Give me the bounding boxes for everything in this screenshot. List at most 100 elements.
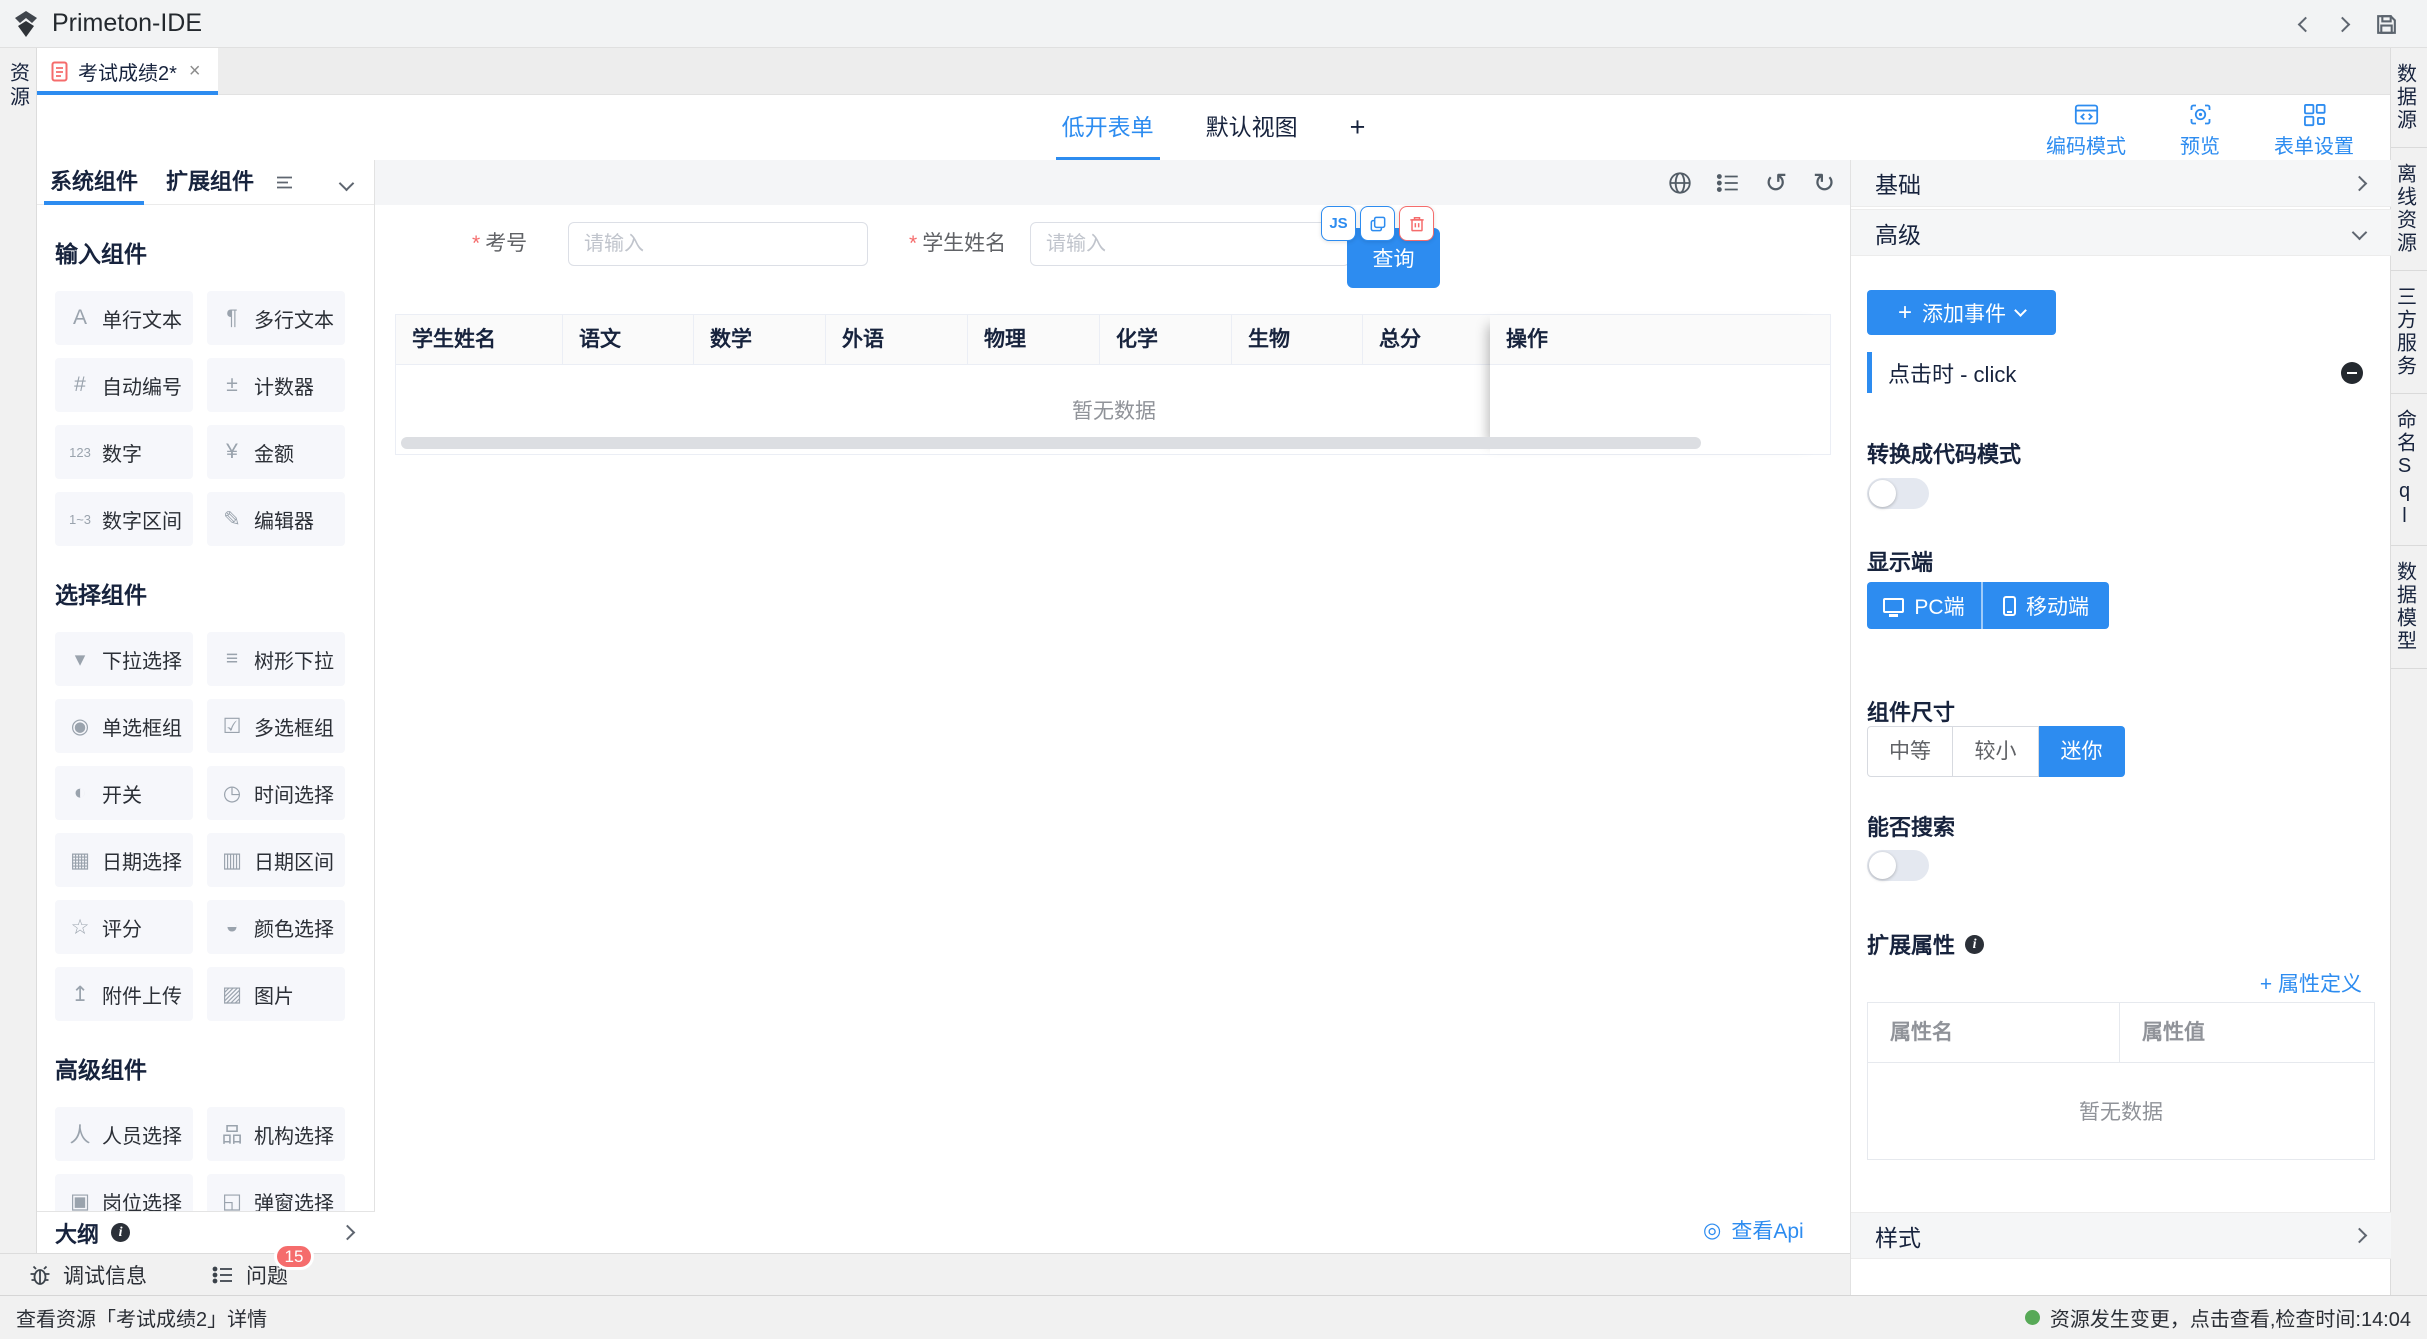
component-image[interactable]: ▨图片 [207, 967, 345, 1021]
problems-list-icon [211, 1263, 235, 1287]
properties-panel: 基础 高级 + 添加事件 点击时 - click 转换成代码模式 显示端 PC端 [1850, 160, 2390, 1295]
section-advanced[interactable]: 高级 [1851, 209, 2391, 256]
add-view-button[interactable]: + [1350, 95, 1366, 160]
size-option-3[interactable]: 迷你 [2039, 726, 2125, 777]
tab-default-view[interactable]: 默认视图 [1206, 95, 1298, 160]
component-radio-group[interactable]: ◉单选框组 [55, 699, 193, 753]
outline-bar[interactable]: 大纲 i [37, 1211, 375, 1253]
form-canvas[interactable]: ↺ ↻ *考号 *学生姓名 查询 JS 学生姓名语文数学外语物理化学生物总分 [375, 160, 1850, 1253]
component-single-line-text[interactable]: A单行文本 [55, 291, 193, 345]
js-script-button[interactable]: JS [1321, 206, 1356, 241]
undo-icon[interactable]: ↺ [1762, 169, 1790, 197]
component-number[interactable]: 123 数字 [55, 425, 193, 479]
sidebar-item-1[interactable]: 数据源 [2391, 48, 2427, 148]
component-number-range[interactable]: 1~3数字区间 [55, 492, 193, 546]
event-item-click[interactable]: 点击时 - click [1867, 352, 2375, 393]
org-select-icon: 品 [219, 1119, 245, 1149]
debug-info-button[interactable]: 调试信息 [28, 1260, 147, 1290]
component-money[interactable]: ¥金额 [207, 425, 345, 479]
component-date-picker[interactable]: ▦日期选择 [55, 833, 193, 887]
number-icon: 123 [67, 445, 93, 460]
component-popup-select[interactable]: ◱弹窗选择 [207, 1174, 345, 1211]
chevron-right-icon [2352, 175, 2368, 191]
section-basic[interactable]: 基础 [1851, 160, 2391, 207]
collapse-panel-icon[interactable] [339, 176, 355, 192]
component-label: 数字 [102, 438, 142, 467]
component-switch[interactable]: ◐开关 [55, 766, 193, 820]
preview-button[interactable]: 预览 [2180, 101, 2220, 159]
save-icon[interactable] [2374, 12, 2399, 37]
component-label: 机构选择 [254, 1120, 334, 1149]
sidebar-item-3[interactable]: 三方服务 [2391, 271, 2427, 394]
sidebar-item-5[interactable]: 数据模型 [2391, 546, 2427, 669]
component-auto-number[interactable]: #自动编号 [55, 358, 193, 412]
component-rate[interactable]: ☆评分 [55, 900, 193, 954]
component-checkbox-group[interactable]: ☑多选框组 [207, 699, 345, 753]
data-grid[interactable]: 学生姓名语文数学外语物理化学生物总分 暂无数据 操作 [395, 314, 1831, 455]
component-editor[interactable]: ✎编辑器 [207, 492, 345, 546]
component-grid: A单行文本 ¶多行文本 #自动编号 ±计数器 123 数字 ¥金额 1~3数字区间 ✎编辑器 [55, 291, 375, 546]
remove-event-icon[interactable] [2341, 362, 2363, 384]
component-upload[interactable]: ↥附件上传 [55, 967, 193, 1021]
component-label: 日期区间 [254, 846, 334, 875]
component-date-range[interactable]: ▥日期区间 [207, 833, 345, 887]
component-select[interactable]: ▾下拉选择 [55, 632, 193, 686]
student-name-input[interactable] [1030, 222, 1350, 266]
app-title: Primeton-IDE [52, 9, 202, 38]
code-mode-toggle[interactable] [1867, 478, 1929, 509]
outline-tree-icon[interactable] [1714, 169, 1742, 197]
exam-no-input[interactable] [568, 222, 868, 266]
tab-lowcode-form[interactable]: 低开表单 [1062, 95, 1154, 160]
view-api-link[interactable]: ◎ 查看Api [1703, 1215, 1804, 1245]
component-label: 颜色选择 [254, 913, 334, 942]
component-section-title: 高级组件 [55, 1051, 375, 1085]
position-select-icon: ▣ [67, 1189, 93, 1212]
component-color-picker[interactable]: ◒颜色选择 [207, 900, 345, 954]
component-tree-select[interactable]: ≡树形下拉 [207, 632, 345, 686]
tab-exam-score[interactable]: 考试成绩2* × [37, 48, 218, 95]
component-org-select[interactable]: 品机构选择 [207, 1107, 345, 1161]
bottom-debug-bar: 调试信息 问题 15 [0, 1253, 1850, 1295]
component-label: 金额 [254, 438, 294, 467]
table-header-cell: 学生姓名 [396, 315, 563, 365]
image-icon: ▨ [219, 982, 245, 1007]
tab-close-icon[interactable]: × [189, 60, 201, 83]
nav-forward-icon[interactable] [2335, 16, 2351, 32]
panel-menu-icon[interactable] [276, 175, 293, 190]
sidebar-item-resources[interactable]: 资源 [4, 62, 33, 1253]
nav-back-icon[interactable] [2298, 16, 2314, 32]
i18n-globe-icon[interactable] [1666, 169, 1694, 197]
component-position-select[interactable]: ▣ 岗位选择 [55, 1174, 193, 1211]
component-counter[interactable]: ±计数器 [207, 358, 345, 412]
component-person-select[interactable]: 人人员选择 [55, 1107, 193, 1161]
display-pc-button[interactable]: PC端 [1867, 582, 1981, 629]
status-change-notice[interactable]: 资源发生变更，点击查看,检查时间:14:04 [2025, 1303, 2411, 1332]
form-settings-icon [2301, 101, 2328, 128]
editor-icon: ✎ [219, 507, 245, 532]
code-mode-label: 转换成代码模式 [1867, 437, 2021, 469]
horizontal-scrollbar[interactable] [401, 437, 1701, 449]
display-mobile-button[interactable]: 移动端 [1981, 582, 2109, 629]
add-event-button[interactable]: + 添加事件 [1867, 290, 2056, 335]
component-time-picker[interactable]: ◷时间选择 [207, 766, 345, 820]
define-property-link[interactable]: + 属性定义 [2260, 968, 2362, 998]
status-resource-text[interactable]: 查看资源「考试成绩2」详情 [16, 1303, 267, 1332]
size-option-1[interactable]: 中等 [1867, 726, 1953, 777]
delete-button[interactable] [1399, 206, 1434, 241]
copy-button[interactable] [1360, 206, 1395, 241]
component-multi-line-text[interactable]: ¶多行文本 [207, 291, 345, 345]
code-mode-button[interactable]: 编码模式 [2046, 101, 2126, 159]
component-label: 岗位选择 [102, 1187, 182, 1212]
sidebar-item-4[interactable]: 命名Sql [2391, 394, 2427, 546]
searchable-toggle[interactable] [1867, 850, 1929, 881]
tab-extended-components[interactable]: 扩展组件 [166, 160, 254, 205]
field-label-exam-no: *考号 [472, 222, 527, 266]
redo-icon[interactable]: ↻ [1810, 169, 1838, 197]
size-option-2[interactable]: 较小 [1953, 726, 2039, 777]
form-settings-button[interactable]: 表单设置 [2274, 101, 2354, 159]
section-style[interactable]: 样式 [1851, 1212, 2391, 1259]
sidebar-item-2[interactable]: 离线资源 [2391, 148, 2427, 271]
problems-button[interactable]: 问题 15 [211, 1260, 288, 1290]
tree-select-icon: ≡ [219, 647, 245, 671]
tab-system-components[interactable]: 系统组件 [50, 160, 138, 205]
